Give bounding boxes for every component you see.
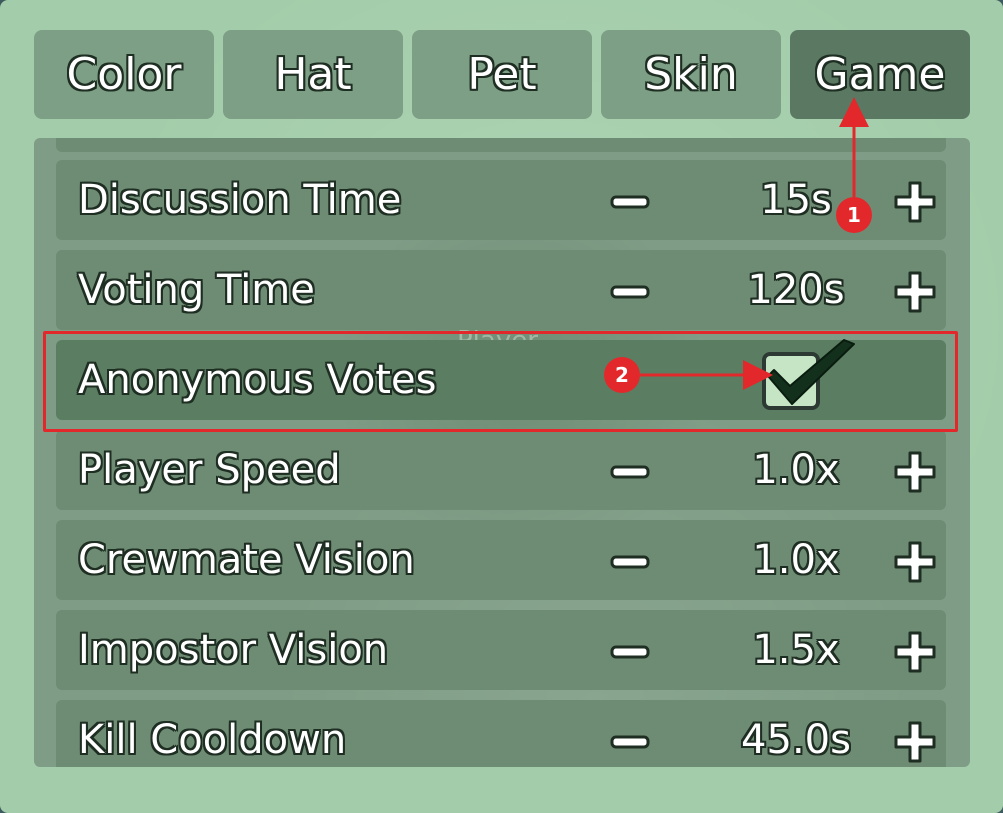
setting-row-impostor-vision: Impostor Vision 1.5x (56, 610, 946, 690)
tab-skin[interactable]: Skin (601, 30, 781, 119)
minus-icon[interactable] (608, 720, 652, 764)
setting-label: Impostor Vision (78, 627, 389, 673)
plus-icon[interactable] (893, 180, 937, 224)
tab-game[interactable]: Game (790, 30, 970, 119)
setting-value: 1.5x (752, 627, 840, 673)
plus-icon[interactable] (893, 630, 937, 674)
annotation-highlight-box (43, 331, 958, 432)
setting-value: 1.0x (752, 447, 840, 493)
setting-label: Voting Time (78, 267, 315, 313)
setting-label: Discussion Time (78, 177, 402, 223)
setting-row-kill-cooldown: Kill Cooldown 45.0s (56, 700, 946, 767)
settings-list[interactable]: Player Discussion Time 15s Voting Time 1… (34, 138, 970, 767)
setting-row-player-speed: Player Speed 1.0x (56, 430, 946, 510)
setting-value: 1.0x (752, 537, 840, 583)
setting-row-voting-time: Voting Time 120s (56, 250, 946, 330)
minus-icon[interactable] (608, 630, 652, 674)
plus-icon[interactable] (893, 270, 937, 314)
tab-color[interactable]: Color (34, 30, 214, 119)
tab-pet[interactable]: Pet (412, 30, 592, 119)
annotation-badge-2: 2 (604, 357, 640, 393)
setting-label: Player Speed (78, 447, 341, 493)
plus-icon[interactable] (893, 540, 937, 584)
setting-label: Crewmate Vision (78, 537, 415, 583)
setting-row-discussion-time: Discussion Time 15s (56, 160, 946, 240)
game-settings-window: Color Hat Pet Skin Game Player Discussio… (0, 0, 1003, 813)
partially-hidden-row (56, 138, 946, 152)
plus-icon[interactable] (893, 720, 937, 764)
setting-row-crewmate-vision: Crewmate Vision 1.0x (56, 520, 946, 600)
minus-icon[interactable] (608, 450, 652, 494)
setting-value: 45.0s (741, 717, 851, 763)
tab-hat[interactable]: Hat (223, 30, 403, 119)
plus-icon[interactable] (893, 450, 937, 494)
setting-label: Kill Cooldown (78, 717, 347, 763)
setting-value: 120s (747, 267, 845, 313)
minus-icon[interactable] (608, 540, 652, 584)
minus-icon[interactable] (608, 180, 652, 224)
annotation-badge-1: 1 (836, 197, 872, 233)
minus-icon[interactable] (608, 270, 652, 314)
